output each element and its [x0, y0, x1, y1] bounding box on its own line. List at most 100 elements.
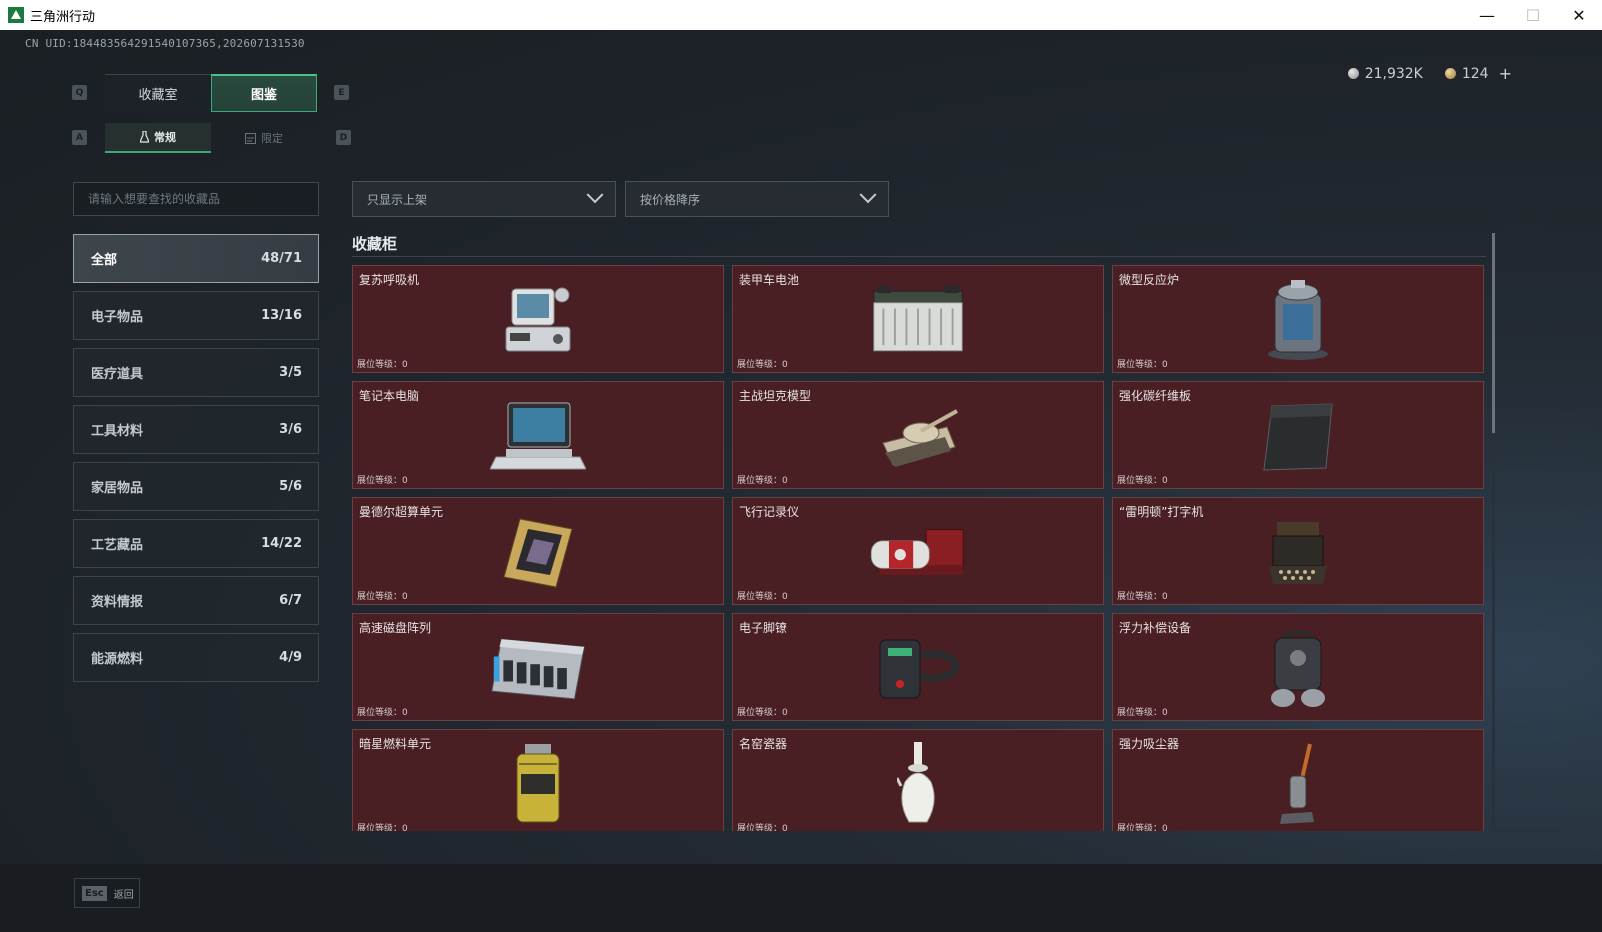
esc-key-hint: Esc	[82, 885, 107, 901]
item-name: “雷明顿”打字机	[1119, 505, 1204, 519]
add-currency-button[interactable]: +	[1499, 64, 1512, 83]
game-viewport: CN UID:18448356429154010736​5,2026071315…	[0, 30, 1602, 932]
display-level: 展位等级：0	[737, 360, 788, 370]
currency-bar: 21,932K 124 +	[1347, 64, 1512, 83]
section-divider	[352, 256, 1486, 257]
display-level: 展位等级：0	[357, 592, 408, 602]
display-level: 展位等级：0	[1117, 824, 1168, 831]
item-card[interactable]: 高速磁盘阵列 展位等级：0	[352, 613, 724, 721]
display-filter-dropdown[interactable]: 只显示上架	[352, 181, 616, 217]
app-logo-icon	[8, 7, 24, 23]
item-card[interactable]: “雷明顿”打字机 展位等级：0	[1112, 497, 1484, 605]
category-label: 全部	[91, 253, 118, 268]
category-label: 资料情报	[91, 595, 144, 610]
category-count: 3/6	[279, 422, 302, 437]
item-card[interactable]: 装甲车电池 展位等级：0	[732, 265, 1104, 373]
flight-recorder-icon	[868, 510, 968, 596]
category-label: 医疗道具	[91, 367, 144, 382]
tank-icon	[868, 394, 968, 480]
silver-coin-icon	[1347, 68, 1359, 79]
flask-icon	[140, 131, 149, 143]
sort-dropdown[interactable]: 按价格降序	[625, 181, 889, 217]
item-name: 强力吸尘器	[1119, 737, 1180, 751]
display-level: 展位等级：0	[737, 824, 788, 831]
item-card[interactable]: 名窑瓷器 展位等级：0	[732, 729, 1104, 831]
display-level: 展位等级：0	[357, 360, 408, 370]
buoyancy-device-icon	[1248, 626, 1348, 712]
category-count: 3/5	[279, 365, 302, 380]
display-level: 展位等级：0	[1117, 708, 1168, 718]
item-card[interactable]: 主战坦克模型 展位等级：0	[732, 381, 1104, 489]
section-title: 收藏柜	[352, 235, 398, 253]
category-list: 全部 48/71 电子物品 13/16 医疗道具 3/5 工具材料 3/6 家居…	[73, 234, 319, 690]
chip-icon	[488, 510, 588, 596]
category-intel[interactable]: 资料情报 6/7	[73, 576, 319, 625]
item-card[interactable]: 笔记本电脑 展位等级：0	[352, 381, 724, 489]
display-level: 展位等级：0	[737, 708, 788, 718]
item-name: 电子脚镣	[739, 621, 788, 635]
category-count: 6/7	[279, 593, 302, 608]
user-uid: CN UID:18448356429154010736​5,2026071315…	[25, 37, 305, 50]
porcelain-vase-icon	[868, 742, 968, 828]
collection-grid: 复苏呼吸机 展位等级：0 装甲车电池 展位等级：0 微型反应炉 展位等级：0 笔…	[352, 265, 1485, 831]
sort-value: 按价格降序	[640, 192, 701, 207]
limited-icon	[245, 132, 256, 144]
category-medical[interactable]: 医疗道具 3/5	[73, 348, 319, 397]
display-level: 展位等级：0	[357, 824, 408, 831]
tab-catalog[interactable]: 图鉴	[211, 74, 317, 112]
maximize-button[interactable]: ☐	[1510, 0, 1556, 30]
subtab-regular-label: 常规	[154, 131, 176, 144]
back-button[interactable]: Esc 返回	[74, 878, 140, 908]
disk-array-icon	[488, 626, 588, 712]
display-level: 展位等级：0	[1117, 592, 1168, 602]
grid-scrollbar-thumb[interactable]	[1492, 233, 1495, 433]
reactor-icon	[1248, 278, 1348, 364]
item-card[interactable]: 强化碳纤维板 展位等级：0	[1112, 381, 1484, 489]
sub-tabs: 常规 限定	[105, 123, 317, 153]
laptop-icon	[488, 394, 588, 480]
category-label: 家居物品	[91, 481, 144, 496]
category-energy[interactable]: 能源燃料 4/9	[73, 633, 319, 682]
close-button[interactable]: ✕	[1556, 0, 1602, 30]
key-hint-a: A	[72, 130, 87, 145]
category-crafts[interactable]: 工艺藏品 14/22	[73, 519, 319, 568]
item-card[interactable]: 曼德尔超算单元 展位等级：0	[352, 497, 724, 605]
item-card[interactable]: 微型反应炉 展位等级：0	[1112, 265, 1484, 373]
window-title: 三角洲行动	[30, 9, 96, 25]
display-level: 展位等级：0	[357, 476, 408, 486]
minimize-button[interactable]: —	[1464, 0, 1510, 30]
item-card[interactable]: 飞行记录仪 展位等级：0	[732, 497, 1104, 605]
item-card[interactable]: 电子脚镣 展位等级：0	[732, 613, 1104, 721]
category-tools[interactable]: 工具材料 3/6	[73, 405, 319, 454]
vacuum-icon	[1248, 742, 1348, 828]
item-card[interactable]: 暗星燃料单元 展位等级：0	[352, 729, 724, 831]
item-card[interactable]: 复苏呼吸机 展位等级：0	[352, 265, 724, 373]
item-name: 笔记本电脑	[359, 389, 420, 403]
search-input[interactable]	[73, 182, 319, 216]
fuel-cell-icon	[488, 742, 588, 828]
category-label: 工艺藏品	[91, 538, 144, 553]
gold-amount: 124	[1461, 65, 1489, 82]
tab-collection-room[interactable]: 收藏室	[105, 74, 211, 112]
item-card[interactable]: 强力吸尘器 展位等级：0	[1112, 729, 1484, 831]
category-all[interactable]: 全部 48/71	[73, 234, 319, 283]
item-name: 装甲车电池	[739, 273, 800, 287]
display-level: 展位等级：0	[357, 708, 408, 718]
display-filter-value: 只显示上架	[367, 192, 428, 207]
display-level: 展位等级：0	[1117, 360, 1168, 370]
category-count: 14/22	[261, 536, 302, 551]
item-card[interactable]: 浮力补偿设备 展位等级：0	[1112, 613, 1484, 721]
carbon-plate-icon	[1248, 394, 1348, 480]
category-household[interactable]: 家居物品 5/6	[73, 462, 319, 511]
subtab-limited[interactable]: 限定	[211, 123, 317, 153]
chevron-down-icon	[586, 186, 604, 204]
ventilator-icon	[488, 278, 588, 364]
subtab-regular[interactable]: 常规	[105, 123, 211, 153]
display-level: 展位等级：0	[737, 592, 788, 602]
category-count: 48/71	[261, 251, 302, 266]
typewriter-icon	[1248, 510, 1348, 596]
item-name: 暗星燃料单元	[359, 737, 432, 751]
category-electronics[interactable]: 电子物品 13/16	[73, 291, 319, 340]
category-label: 工具材料	[91, 424, 144, 439]
item-name: 名窑瓷器	[739, 737, 788, 751]
